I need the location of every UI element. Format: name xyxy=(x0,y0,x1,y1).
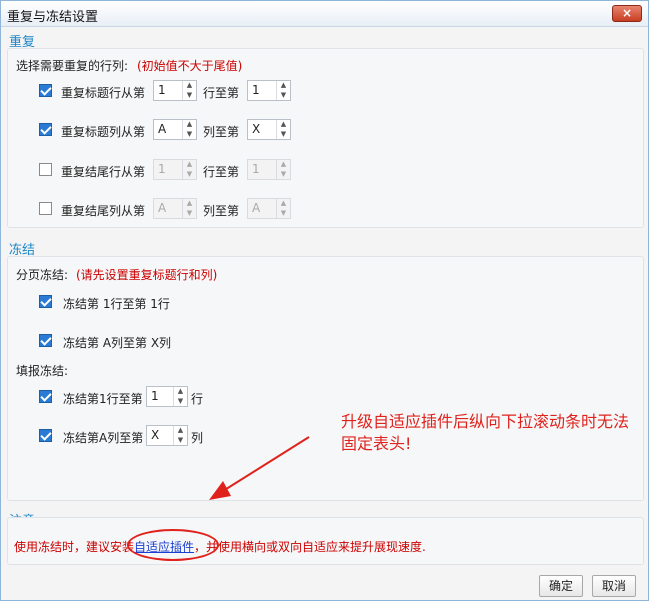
fill-freeze-row-prefix: 冻结第1行至第 xyxy=(63,392,143,406)
paging-freeze-row-label: 冻结第 1行至第 1行 xyxy=(63,297,170,311)
fill-freeze-col-stepper[interactable]: X ▲ ▼ xyxy=(146,425,188,446)
annotation-text: 升级自适应插件后纵向下拉滚动条时无法固定表头! xyxy=(341,412,630,453)
stepper-value[interactable]: A xyxy=(154,120,182,139)
repeat-end-row-checkbox[interactable] xyxy=(39,163,52,176)
paging-freeze-col-label: 冻结第 A列至第 X列 xyxy=(63,336,172,350)
stepper-up-icon[interactable]: ▲ xyxy=(277,81,290,91)
stepper-down-icon[interactable]: ▼ xyxy=(277,209,290,219)
stepper-value[interactable]: 1 xyxy=(154,160,182,179)
stepper-value[interactable]: X xyxy=(248,120,276,139)
stepper-value[interactable]: 1 xyxy=(248,81,276,100)
stepper-up-icon[interactable]: ▲ xyxy=(183,120,196,130)
fill-freeze-row-suffix: 行 xyxy=(191,392,204,406)
stepper-up-icon[interactable]: ▲ xyxy=(183,81,196,91)
repeat-end-row-label: 重复结尾行从第 xyxy=(61,165,146,179)
cancel-button[interactable]: 取消 xyxy=(592,575,636,597)
repeat-title-col-from-stepper[interactable]: A ▲ ▼ xyxy=(153,119,197,140)
stepper-up-icon[interactable]: ▲ xyxy=(183,160,196,170)
stepper-value[interactable]: A xyxy=(154,199,182,218)
stepper-down-icon[interactable]: ▼ xyxy=(277,91,290,101)
stepper-value[interactable]: 1 xyxy=(248,160,276,179)
repeat-title-col-to-stepper[interactable]: X ▲ ▼ xyxy=(247,119,291,140)
fill-freeze-col-suffix: 列 xyxy=(191,431,204,445)
paging-freeze-hint: (请先设置重复标题行和列) xyxy=(76,268,218,282)
paging-freeze-label: 分页冻结: xyxy=(16,268,69,282)
stepper-value[interactable]: 1 xyxy=(154,81,182,100)
stepper-value[interactable]: A xyxy=(248,199,276,218)
paging-freeze-col-checkbox[interactable] xyxy=(39,334,52,347)
stepper-up-icon[interactable]: ▲ xyxy=(174,426,187,436)
fill-freeze-row-stepper[interactable]: 1 ▲ ▼ xyxy=(146,386,188,407)
note-text-before: 使用冻结时，建议安装 xyxy=(14,540,135,554)
stepper-down-icon[interactable]: ▼ xyxy=(183,170,196,180)
annotation-ellipse xyxy=(127,529,219,561)
repeat-title-row-checkbox[interactable] xyxy=(39,84,52,97)
repeat-title-col-checkbox[interactable] xyxy=(39,123,52,136)
stepper-up-icon[interactable]: ▲ xyxy=(174,387,187,397)
repeat-title-row-from-stepper[interactable]: 1 ▲ ▼ xyxy=(153,80,197,101)
stepper-up-icon[interactable]: ▲ xyxy=(277,120,290,130)
ok-button[interactable]: 确定 xyxy=(539,575,583,597)
repeat-title-row-to-stepper[interactable]: 1 ▲ ▼ xyxy=(247,80,291,101)
repeat-end-row-mid-label: 行至第 xyxy=(203,165,240,179)
window-title: 重复与冻结设置 xyxy=(7,10,99,25)
repeat-title-row-label: 重复标题行从第 xyxy=(61,86,146,100)
fill-freeze-label: 填报冻结: xyxy=(16,364,69,378)
stepper-up-icon[interactable]: ▲ xyxy=(277,160,290,170)
repeat-end-row-to-stepper[interactable]: 1 ▲ ▼ xyxy=(247,159,291,180)
fill-freeze-col-prefix: 冻结第A列至第 xyxy=(63,431,144,445)
repeat-end-col-to-stepper[interactable]: A ▲ ▼ xyxy=(247,198,291,219)
paging-freeze-row-checkbox[interactable] xyxy=(39,295,52,308)
repeat-end-col-mid-label: 列至第 xyxy=(203,204,240,218)
dialog-window: 重复与冻结设置 × 重复 选择需要重复的行列: (初始值不大于尾值) 重复标题行… xyxy=(0,0,649,601)
freeze-group xyxy=(7,256,644,501)
repeat-hint: (初始值不大于尾值) xyxy=(137,59,243,73)
repeat-title-col-label: 重复标题列从第 xyxy=(61,125,146,139)
repeat-end-row-from-stepper[interactable]: 1 ▲ ▼ xyxy=(153,159,197,180)
stepper-down-icon[interactable]: ▼ xyxy=(277,170,290,180)
stepper-down-icon[interactable]: ▼ xyxy=(183,130,196,140)
stepper-up-icon[interactable]: ▲ xyxy=(277,199,290,209)
title-bar[interactable]: 重复与冻结设置 × xyxy=(1,1,648,27)
stepper-down-icon[interactable]: ▼ xyxy=(183,91,196,101)
note-text-after: ，并使用横向或双向自适应来提升展现速度. xyxy=(194,540,426,554)
repeat-prompt: 选择需要重复的行列: xyxy=(16,59,129,73)
fill-freeze-col-checkbox[interactable] xyxy=(39,429,52,442)
repeat-end-col-label: 重复结尾列从第 xyxy=(61,204,146,218)
stepper-value[interactable]: X xyxy=(147,426,173,445)
stepper-value[interactable]: 1 xyxy=(147,387,173,406)
repeat-title-row-mid-label: 行至第 xyxy=(203,86,240,100)
stepper-down-icon[interactable]: ▼ xyxy=(174,436,187,446)
repeat-end-col-checkbox[interactable] xyxy=(39,202,52,215)
repeat-title-col-mid-label: 列至第 xyxy=(203,125,240,139)
stepper-up-icon[interactable]: ▲ xyxy=(183,199,196,209)
stepper-down-icon[interactable]: ▼ xyxy=(277,130,290,140)
note-text: 使用冻结时，建议安装自适应插件，并使用横向或双向自适应来提升展现速度. xyxy=(14,538,426,555)
repeat-end-col-from-stepper[interactable]: A ▲ ▼ xyxy=(153,198,197,219)
stepper-down-icon[interactable]: ▼ xyxy=(174,397,187,407)
close-button[interactable]: × xyxy=(612,5,642,22)
fill-freeze-row-checkbox[interactable] xyxy=(39,390,52,403)
stepper-down-icon[interactable]: ▼ xyxy=(183,209,196,219)
